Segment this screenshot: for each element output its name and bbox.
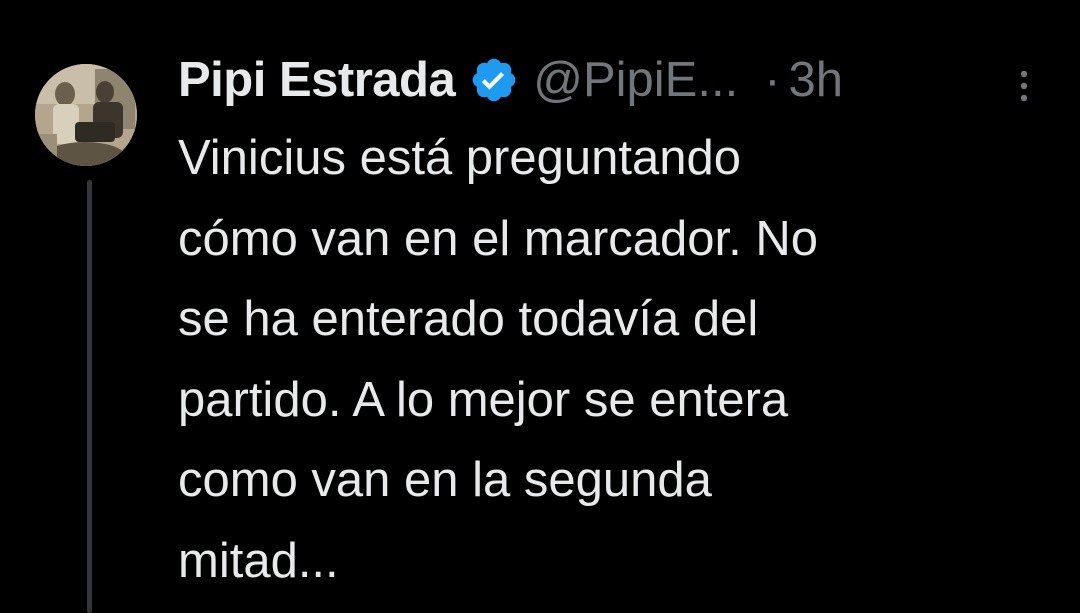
more-options-icon[interactable]: [1014, 66, 1034, 106]
tweet-text-line: Vinicius está preguntando: [178, 131, 741, 185]
avatar[interactable]: [35, 64, 137, 166]
avatar-photo: [35, 64, 137, 166]
tweet-text-line: partido. A lo mejor se entera: [178, 372, 789, 427]
author-handle[interactable]: @PipiE...: [533, 52, 738, 108]
header-separator: ·: [764, 53, 781, 107]
tweet-text-line: se ha enterado todavía del: [178, 292, 759, 346]
thread-connector-line: [87, 180, 92, 613]
tweet-card[interactable]: Pipi Estrada @PipiE... · 3h Vinicius est…: [0, 0, 1080, 613]
tweet-header: Pipi Estrada @PipiE... · 3h: [178, 48, 843, 112]
tweet-text-line: mitad...: [178, 533, 339, 588]
tweet-timestamp[interactable]: 3h: [789, 52, 844, 108]
author-display-name[interactable]: Pipi Estrada: [178, 52, 456, 108]
tweet-text-line: como van en la segunda: [178, 453, 712, 507]
verified-badge-icon[interactable]: [469, 55, 519, 105]
tweet-text: Vinicius está preguntando cómo van en el…: [178, 118, 1058, 601]
tweet-text-line: cómo van en el marcador. No: [178, 211, 819, 266]
